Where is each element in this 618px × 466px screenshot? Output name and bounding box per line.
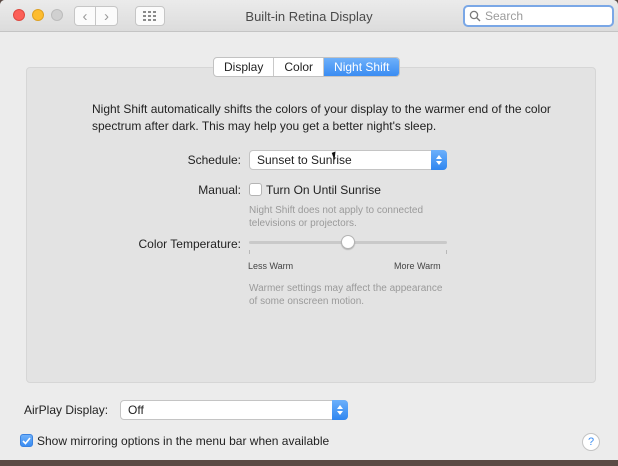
schedule-popup[interactable]: Sunset to Sunrise xyxy=(249,150,447,170)
manual-label: Manual: xyxy=(198,183,241,197)
mirroring-checkbox[interactable] xyxy=(20,434,33,447)
title-bar: ‹ › Built-in Retina Display xyxy=(0,0,618,32)
search-field[interactable] xyxy=(463,5,614,27)
tab-display[interactable]: Display xyxy=(214,58,275,76)
search-icon xyxy=(469,10,481,22)
airplay-value: Off xyxy=(128,403,144,417)
manual-checkbox[interactable] xyxy=(249,183,262,196)
warmth-note: Warmer settings may affect the appearanc… xyxy=(249,283,443,307)
tab-color[interactable]: Color xyxy=(274,58,325,76)
popup-arrows-icon xyxy=(332,400,348,420)
color-temperature-knob[interactable] xyxy=(341,235,355,249)
preferences-window: ‹ › Built-in Retina Display Displa xyxy=(0,0,618,460)
airplay-popup[interactable]: Off xyxy=(120,400,348,420)
slider-tick xyxy=(446,250,447,254)
schedule-label: Schedule: xyxy=(187,153,241,167)
manual-note: Night Shift does not apply to connected … xyxy=(249,205,424,229)
schedule-value: Sunset to Sunrise xyxy=(257,153,352,167)
mirroring-label[interactable]: Show mirroring options in the menu bar w… xyxy=(37,434,329,448)
slider-tick xyxy=(249,250,250,254)
tab-bar: Display Color Night Shift xyxy=(213,57,401,77)
night-shift-description: Night Shift automatically shifts the col… xyxy=(92,102,551,133)
checkmark-icon xyxy=(22,436,31,445)
search-input[interactable] xyxy=(485,9,605,23)
popup-arrows-icon xyxy=(431,150,447,170)
airplay-label: AirPlay Display: xyxy=(24,403,109,417)
more-warm-label: More Warm xyxy=(394,261,441,271)
manual-checkbox-label[interactable]: Turn On Until Sunrise xyxy=(266,183,381,197)
tab-night-shift[interactable]: Night Shift xyxy=(324,58,400,76)
help-button[interactable]: ? xyxy=(582,433,600,451)
color-temperature-label: Color Temperature: xyxy=(138,237,242,251)
less-warm-label: Less Warm xyxy=(248,261,294,271)
